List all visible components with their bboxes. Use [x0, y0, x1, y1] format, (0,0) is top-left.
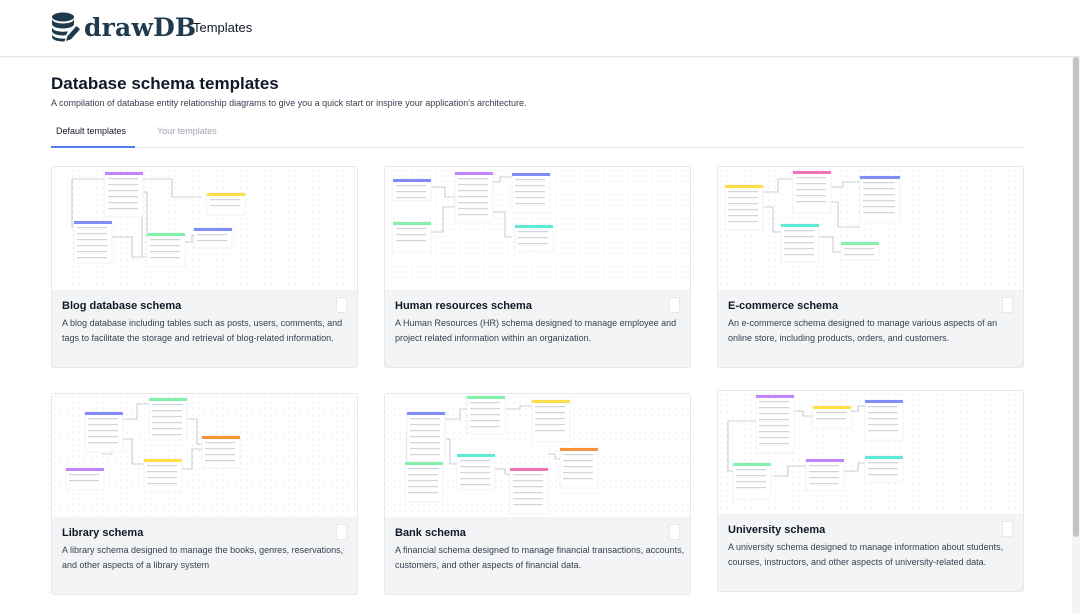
- schema-diagram: [727, 394, 904, 500]
- card-action-button[interactable]: [1002, 297, 1013, 313]
- template-card-library[interactable]: Library schema A library schema designed…: [51, 393, 358, 595]
- template-card-human-resources[interactable]: Human resources schema A Human Resources…: [384, 166, 691, 368]
- card-action-button[interactable]: [336, 297, 347, 313]
- template-tabs: Default templates Your templates: [51, 119, 1025, 148]
- card-title: Human resources schema: [395, 300, 532, 312]
- card-description: A library schema designed to manage the …: [62, 545, 344, 570]
- schema-diagram: [724, 170, 901, 263]
- database-pencil-icon: [52, 12, 80, 42]
- card-description: A Human Resources (HR) schema designed t…: [395, 318, 677, 343]
- card-action-button[interactable]: [1002, 521, 1013, 537]
- card-action-button[interactable]: [669, 524, 680, 540]
- drawdb-logo[interactable]: drawDB: [50, 11, 196, 43]
- tab-your-templates[interactable]: Your templates: [157, 126, 217, 136]
- template-card-university[interactable]: University schema A university schema de…: [717, 390, 1024, 592]
- card-title: E-commerce schema: [728, 300, 839, 312]
- scrollbar-thumb[interactable]: [1073, 57, 1079, 537]
- diagram-preview: [718, 167, 1023, 290]
- schema-diagram: [392, 171, 554, 253]
- tab-default-templates[interactable]: Default templates: [56, 126, 126, 136]
- schema-diagram: [404, 395, 599, 515]
- card-title: Blog database schema: [62, 300, 182, 312]
- schema-diagram: [71, 171, 246, 268]
- template-card-blog[interactable]: Blog database schema A blog database inc…: [51, 166, 358, 368]
- card-description: An e-commerce schema designed to manage …: [728, 318, 998, 343]
- diagram-preview: [718, 391, 1023, 514]
- diagram-preview: [385, 167, 690, 290]
- card-title: Library schema: [62, 527, 144, 539]
- page-subtitle: A compilation of database entity relatio…: [51, 98, 527, 108]
- template-card-e-commerce[interactable]: E-commerce schema An e-commerce schema d…: [717, 166, 1024, 368]
- card-title: Bank schema: [395, 527, 466, 539]
- top-navigation-bar: drawDB Templates: [0, 0, 1080, 57]
- page-title: Database schema templates: [51, 74, 279, 93]
- card-title: University schema: [728, 524, 826, 536]
- card-action-button[interactable]: [336, 524, 347, 540]
- active-tab-indicator: [51, 146, 135, 148]
- schema-diagram: [65, 397, 241, 492]
- nav-title-templates[interactable]: Templates: [193, 20, 252, 35]
- template-card-bank[interactable]: Bank schema A financial schema designed …: [384, 393, 691, 595]
- diagram-preview: [52, 167, 357, 290]
- diagram-preview: [385, 394, 690, 517]
- card-action-button[interactable]: [669, 297, 680, 313]
- page-scrollbar[interactable]: [1072, 57, 1080, 613]
- card-description: A financial schema designed to manage fi…: [395, 545, 685, 570]
- card-description: A blog database including tables such as…: [62, 318, 343, 343]
- logo-text: drawDB: [84, 12, 197, 42]
- diagram-preview: [52, 394, 357, 517]
- card-description: A university schema designed to manage i…: [728, 542, 1004, 567]
